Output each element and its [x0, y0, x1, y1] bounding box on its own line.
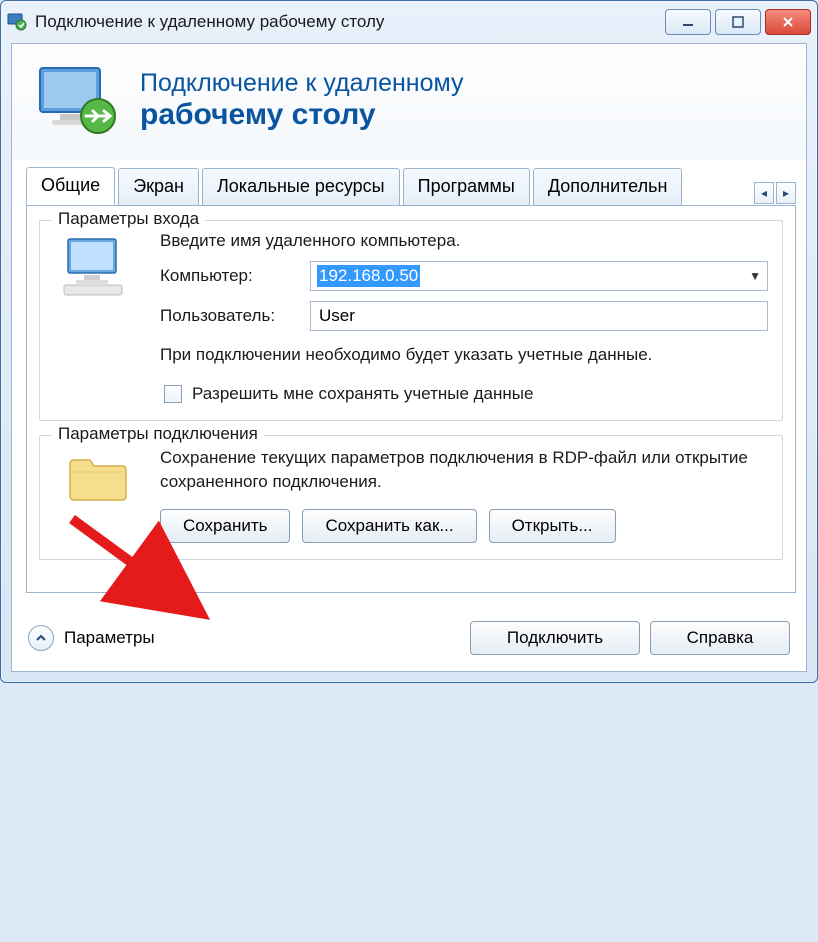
save-as-button[interactable]: Сохранить как... [302, 509, 476, 543]
footer: Параметры Подключить Справка [12, 607, 806, 671]
login-intro-text: Введите имя удаленного компьютера. [160, 231, 768, 251]
computer-label: Компьютер: [160, 266, 310, 286]
save-credentials-label: Разрешить мне сохранять учетные данные [192, 384, 533, 404]
save-credentials-checkbox[interactable] [164, 385, 182, 403]
header-line2: рабочему столу [140, 98, 464, 132]
header: Подключение к удаленному рабочему столу [12, 44, 806, 160]
save-button[interactable]: Сохранить [160, 509, 290, 543]
computer-combobox[interactable]: 192.168.0.50 ▼ [310, 261, 768, 291]
maximize-button[interactable] [715, 9, 761, 35]
tab-strip: Общие Экран Локальные ресурсы Программы … [12, 160, 806, 205]
rdc-window: Подключение к удаленному рабочему столу … [0, 0, 818, 683]
open-button[interactable]: Открыть... [489, 509, 616, 543]
titlebar: Подключение к удаленному рабочему столу [1, 1, 817, 43]
connection-params-legend: Параметры подключения [52, 424, 264, 444]
login-params-group: Параметры входа Введите имя удаленного к… [39, 220, 783, 421]
collapse-params-button[interactable] [28, 625, 54, 651]
titlebar-text: Подключение к удаленному рабочему столу [35, 12, 665, 32]
connection-desc: Сохранение текущих параметров подключени… [160, 446, 768, 495]
tab-panel-general: Параметры входа Введите имя удаленного к… [26, 206, 796, 593]
folder-icon [54, 446, 144, 543]
help-button[interactable]: Справка [650, 621, 790, 655]
tab-local-resources[interactable]: Локальные ресурсы [202, 168, 400, 205]
username-field[interactable] [310, 301, 768, 331]
computer-icon [54, 231, 144, 404]
tab-advanced[interactable]: Дополнительн [533, 168, 683, 205]
connect-button[interactable]: Подключить [470, 621, 640, 655]
app-icon [7, 12, 27, 32]
params-toggle-label: Параметры [64, 628, 470, 648]
tab-scroll-left[interactable]: ◂ [754, 182, 774, 204]
header-line1: Подключение к удаленному [140, 69, 464, 98]
chevron-down-icon: ▼ [749, 269, 761, 283]
tab-scroll-right[interactable]: ▸ [776, 182, 796, 204]
tab-general[interactable]: Общие [26, 167, 115, 205]
header-title: Подключение к удаленному рабочему столу [140, 69, 464, 132]
credentials-info: При подключении необходимо будет указать… [160, 343, 768, 368]
client-area: Подключение к удаленному рабочему столу … [11, 43, 807, 672]
login-params-legend: Параметры входа [52, 209, 205, 229]
tab-programs[interactable]: Программы [403, 168, 530, 205]
minimize-button[interactable] [665, 9, 711, 35]
connection-params-group: Параметры подключения Сохранение текущих… [39, 435, 783, 560]
computer-value: 192.168.0.50 [317, 265, 420, 287]
user-label: Пользователь: [160, 306, 310, 326]
close-button[interactable] [765, 9, 811, 35]
rdc-logo-icon [36, 64, 122, 136]
tab-display[interactable]: Экран [118, 168, 199, 205]
window-buttons [665, 9, 811, 35]
